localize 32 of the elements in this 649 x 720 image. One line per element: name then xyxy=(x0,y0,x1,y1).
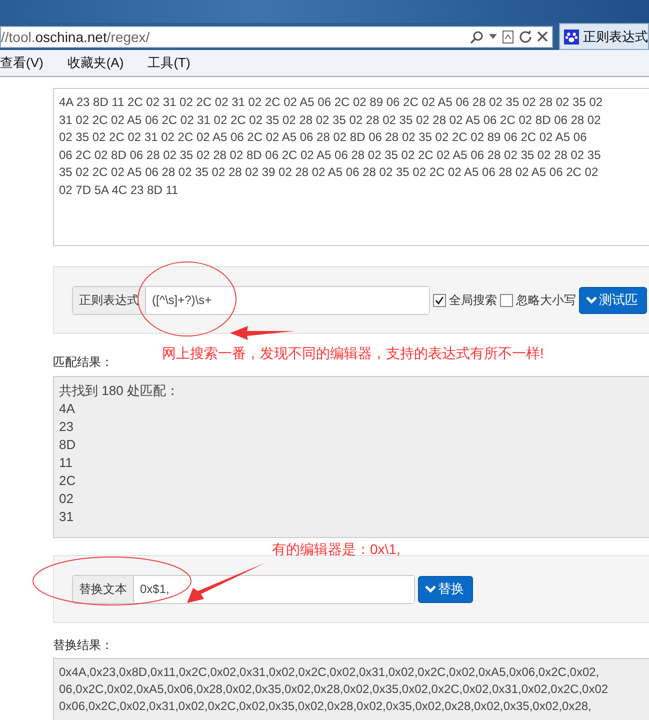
annotation-note: 有的编辑器是：0x\1, xyxy=(272,541,400,559)
address-bar[interactable]: //tool.oschina.net/regex/ xyxy=(0,26,553,48)
replace-field[interactable]: 替换文本 0x$1, xyxy=(72,574,415,604)
compatibility-icon[interactable] xyxy=(502,30,514,44)
browser-tab[interactable]: 正则表达式 xyxy=(559,23,649,50)
checkbox-option[interactable]: 忽略大小写 xyxy=(500,292,576,308)
replace-result-label: 替换结果： xyxy=(53,637,113,654)
match-result-area: 共找到 180 处匹配： 4A 23 8D 11 2C 02 31 xyxy=(53,376,649,538)
option-label: 忽略大小写 xyxy=(516,292,576,308)
url-text: //tool.oschina.net/regex/ xyxy=(1,28,150,44)
chevron-down-icon xyxy=(425,585,436,593)
annotation-note: 网上搜索一番，发现不同的编辑器，支持的表达式有所不一样! xyxy=(162,345,544,363)
menu-item[interactable]: 工具(T) xyxy=(148,54,190,72)
option-label: 全局搜索 xyxy=(449,292,497,308)
close-icon[interactable] xyxy=(537,31,548,42)
dropdown-icon[interactable] xyxy=(489,34,497,39)
checkbox[interactable] xyxy=(433,294,446,306)
test-match-button[interactable]: 测试匹 xyxy=(579,286,647,314)
checkbox-option[interactable]: 全局搜索 xyxy=(433,292,497,308)
arrow-annotation xyxy=(230,326,295,340)
tab-title: 正则表达式 xyxy=(583,28,648,46)
menu-item[interactable]: 收藏夹(A) xyxy=(67,54,124,72)
replace-button[interactable]: 替换 xyxy=(418,576,473,602)
refresh-icon[interactable] xyxy=(519,30,532,43)
menu-item[interactable]: 查看(V) xyxy=(0,54,44,72)
source-text-area[interactable]: 4A 23 8D 11 2C 02 31 02 2C 02 31 02 2C 02 A5 06 2C 02 89 06 2C 02 A5 06 28 02 35 02 28 02 35 02 31 02 2C 02 A5 06 2C 02 31 02 2C 02 35 02 28 02 35 02 28 02 35 02 28 02 A5 06 2C 02 8D 06 28 02 02 35 02 2C 02 31 02 2C 02 A5 06 2C 02 A5 06 28 02 8D 06 28 02 35 02 2C 02 89 06 2C 02 A5 06 06 2C 02 8D 06 28 02 35 02 28 02 8D 06 2C 02 A5 06 28 02 35 02 2C 02 A5 06 28 02 35 02 28 02 35 35 02 2C 02 A5 06 28 02 35 02 28 02 39 02 28 02 A5 06 28 02 35 02 2C 02 A5 06 28 02 A5 06 2C 02 02 7D 5A 4C 23 8D 11 xyxy=(53,88,649,246)
replace-result-area: 0x4A,0x23,0x8D,0x11,0x2C,0x02,0x31,0x02,0x2C,0x02,0x31,0x02,0x2C,0x02,0xA5,0x06,0x2C,0x02, 06,0x2C,0x02,0xA5,0x06,0x28,0x02,0x35,0x02,0x28,0x02,0x35,0x02,0x2C,0x02,0x31,0x02,0x2C,0x02 0x06,0x2C,0x02,0x31,0x02,0x2C,0x02,0x35,0x02,0x28,0x02,0x35,0x02,0x28,0x02,0x35,0x02,0x28, xyxy=(53,658,649,720)
checkbox[interactable] xyxy=(500,294,513,306)
chevron-down-icon xyxy=(586,296,597,304)
match-result-label: 匹配结果： xyxy=(53,354,113,371)
search-icon[interactable] xyxy=(470,30,484,44)
paw-icon xyxy=(564,28,579,44)
